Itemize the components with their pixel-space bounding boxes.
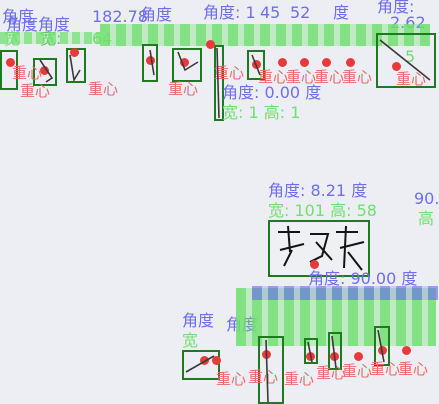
ink-strokes-bottom <box>185 329 385 403</box>
annotation-canvas: 角度 角度角度 182.78 角度 角度: 1 45 52 度 角度: 2.62… <box>0 0 439 404</box>
